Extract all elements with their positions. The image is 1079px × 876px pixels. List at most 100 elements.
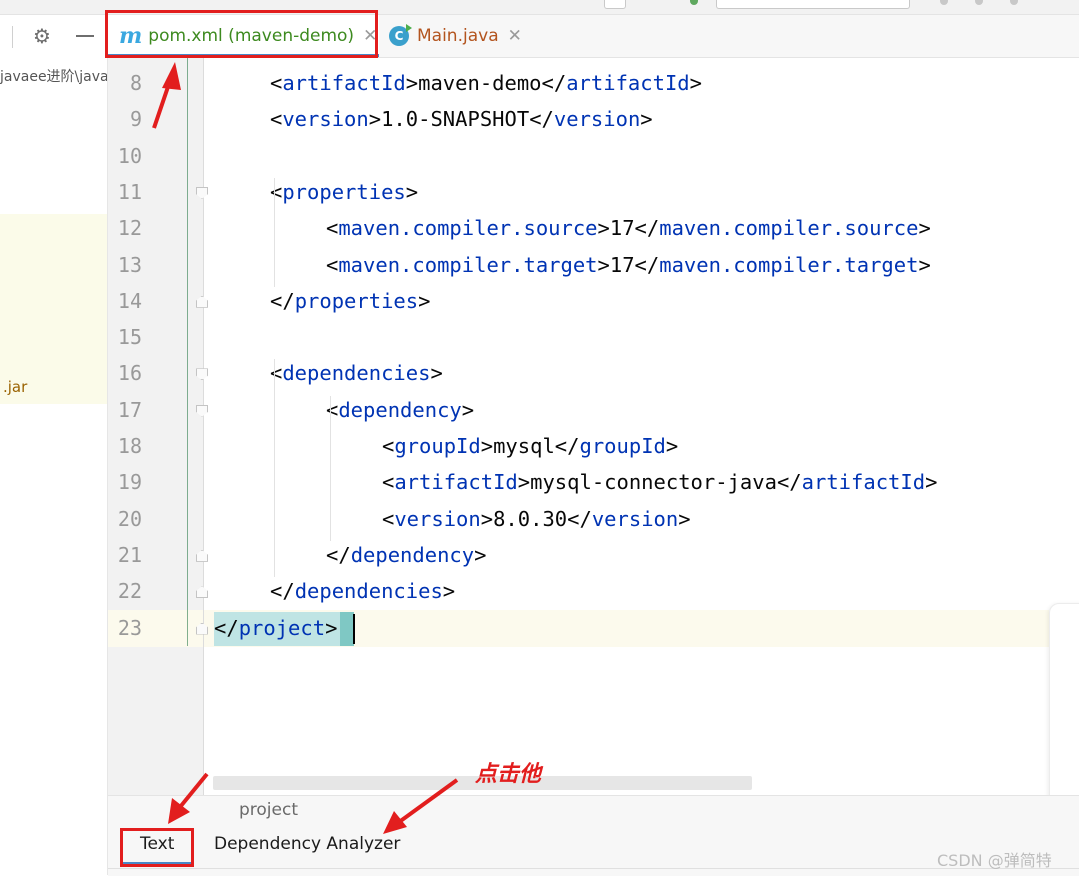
project-panel: ⚙ javaee进阶\java .jar [0,15,108,875]
watermark: CSDN @弹简特 [937,851,1052,870]
line-number: 9 [129,107,142,132]
xml-tag-name: maven.compiler.target [659,252,919,277]
xml-tag-name: artifactId [282,71,406,95]
xml-tag-name: properties [282,179,406,204]
toolbar-control[interactable] [604,0,626,9]
line-number: 22 [117,579,142,604]
code-text: > [918,216,931,241]
code-text: > [418,288,431,313]
annotation-label: 点击他 [475,762,542,787]
code-text: > [474,542,487,567]
side-popup[interactable] [1049,603,1079,825]
code-text: > [665,434,679,458]
tree-item-jar[interactable]: .jar [3,378,27,396]
toolbar-icon[interactable] [975,0,983,5]
code-text: > [925,470,938,495]
run-config-selector[interactable] [716,0,910,9]
code-text: < [270,179,283,204]
text-caret [353,614,355,644]
divider [12,26,13,48]
code-line[interactable]: </dependencies> [270,579,455,603]
code-text: </ [270,579,295,604]
fold-gutter [188,58,204,795]
line-number: 14 [117,288,142,313]
line-number: 17 [117,397,142,422]
code-line[interactable]: <artifactId>mysql-connector-java</artifa… [382,470,937,494]
xml-tag-name: maven.compiler.source [338,216,598,241]
tab-dependency-analyzer[interactable]: Dependency Analyzer [214,834,400,854]
code-text: </ [214,615,239,640]
code-text: > [405,179,419,204]
line-number: 23 [117,615,142,640]
code-text: >8.0.30</ [480,506,592,531]
code-text: >1.0-SNAPSHOT</ [368,107,554,132]
toolbar-icon[interactable] [1010,0,1018,5]
highlight-box-text-tab [120,828,194,867]
xml-tag-name: artifactId [566,71,690,95]
code-line[interactable]: </project> [214,616,337,640]
code-line[interactable]: </properties> [270,289,430,313]
code-text: > [689,71,702,95]
code-line[interactable]: <maven.compiler.target>17</maven.compile… [326,253,931,277]
xml-tag-name: version [553,107,641,132]
code-line[interactable]: <version>8.0.30</version> [382,507,691,531]
code-line[interactable]: <artifactId>maven-demo</artifactId> [270,71,702,95]
project-path[interactable]: javaee进阶\java [0,66,107,86]
code-text: >maven-demo</ [405,71,567,95]
xml-tag-name: version [282,107,369,132]
line-number: 13 [117,252,142,277]
code-text: > [678,506,691,531]
code-text: < [326,252,339,277]
code-text: > [640,107,653,132]
line-number: 15 [117,325,142,350]
code-text: < [382,470,395,495]
java-class-icon: C [389,24,412,46]
line-number: 20 [117,506,142,531]
xml-tag-name: dependency [350,542,475,567]
code-text: > [430,361,443,386]
code-text: >mysql</ [480,434,580,458]
line-number-gutter [108,58,188,795]
code-text: > [442,579,456,604]
minimize-icon[interactable] [75,25,95,47]
code-text: > [461,397,475,422]
line-number: 19 [117,470,142,495]
highlight-box-tab [105,10,378,58]
code-editor[interactable]: <artifactId>maven-demo</artifactId> <vers… [204,58,1079,795]
xml-tag-name: dependencies [294,579,443,604]
code-text: < [382,506,395,531]
line-number: 16 [117,361,142,386]
line-number: 21 [117,542,142,567]
code-text: >mysql-connector-java</ [517,470,802,495]
code-line[interactable]: <version>1.0-SNAPSHOT</version> [270,107,653,131]
code-line[interactable]: </dependency> [326,543,486,567]
code-line[interactable]: <groupId>mysql</groupId> [382,434,678,458]
xml-tag-name: version [591,506,679,531]
code-text: < [270,361,283,386]
code-text: >17</ [597,252,660,277]
tab-main-java[interactable]: C Main.java ✕ [387,15,527,57]
xml-tag-name: groupId [579,434,666,458]
line-number: 18 [117,434,142,458]
breadcrumb[interactable]: project [239,800,298,820]
line-number: 8 [129,71,142,95]
xml-tag-name: artifactId [394,470,518,495]
code-text: < [270,71,283,95]
close-icon[interactable]: ✕ [508,26,522,46]
xml-tag-name: project [238,615,326,640]
line-number: 10 [117,143,142,168]
code-line[interactable]: <properties> [270,180,418,204]
code-text: < [326,397,339,422]
gear-icon[interactable]: ⚙ [31,25,53,47]
line-number: 12 [117,216,142,241]
xml-tag-name: dependency [338,397,462,422]
code-line[interactable]: <dependencies> [270,361,443,385]
code-line[interactable]: <dependency> [326,398,474,422]
code-line[interactable]: <maven.compiler.source>17</maven.compile… [326,216,931,240]
indent-guide [274,177,275,287]
vcs-change-marker [187,58,188,646]
run-indicator[interactable] [690,0,698,5]
toolbar-icon[interactable] [940,0,948,5]
xml-tag-name: version [394,506,481,531]
tree-highlight [0,214,107,404]
